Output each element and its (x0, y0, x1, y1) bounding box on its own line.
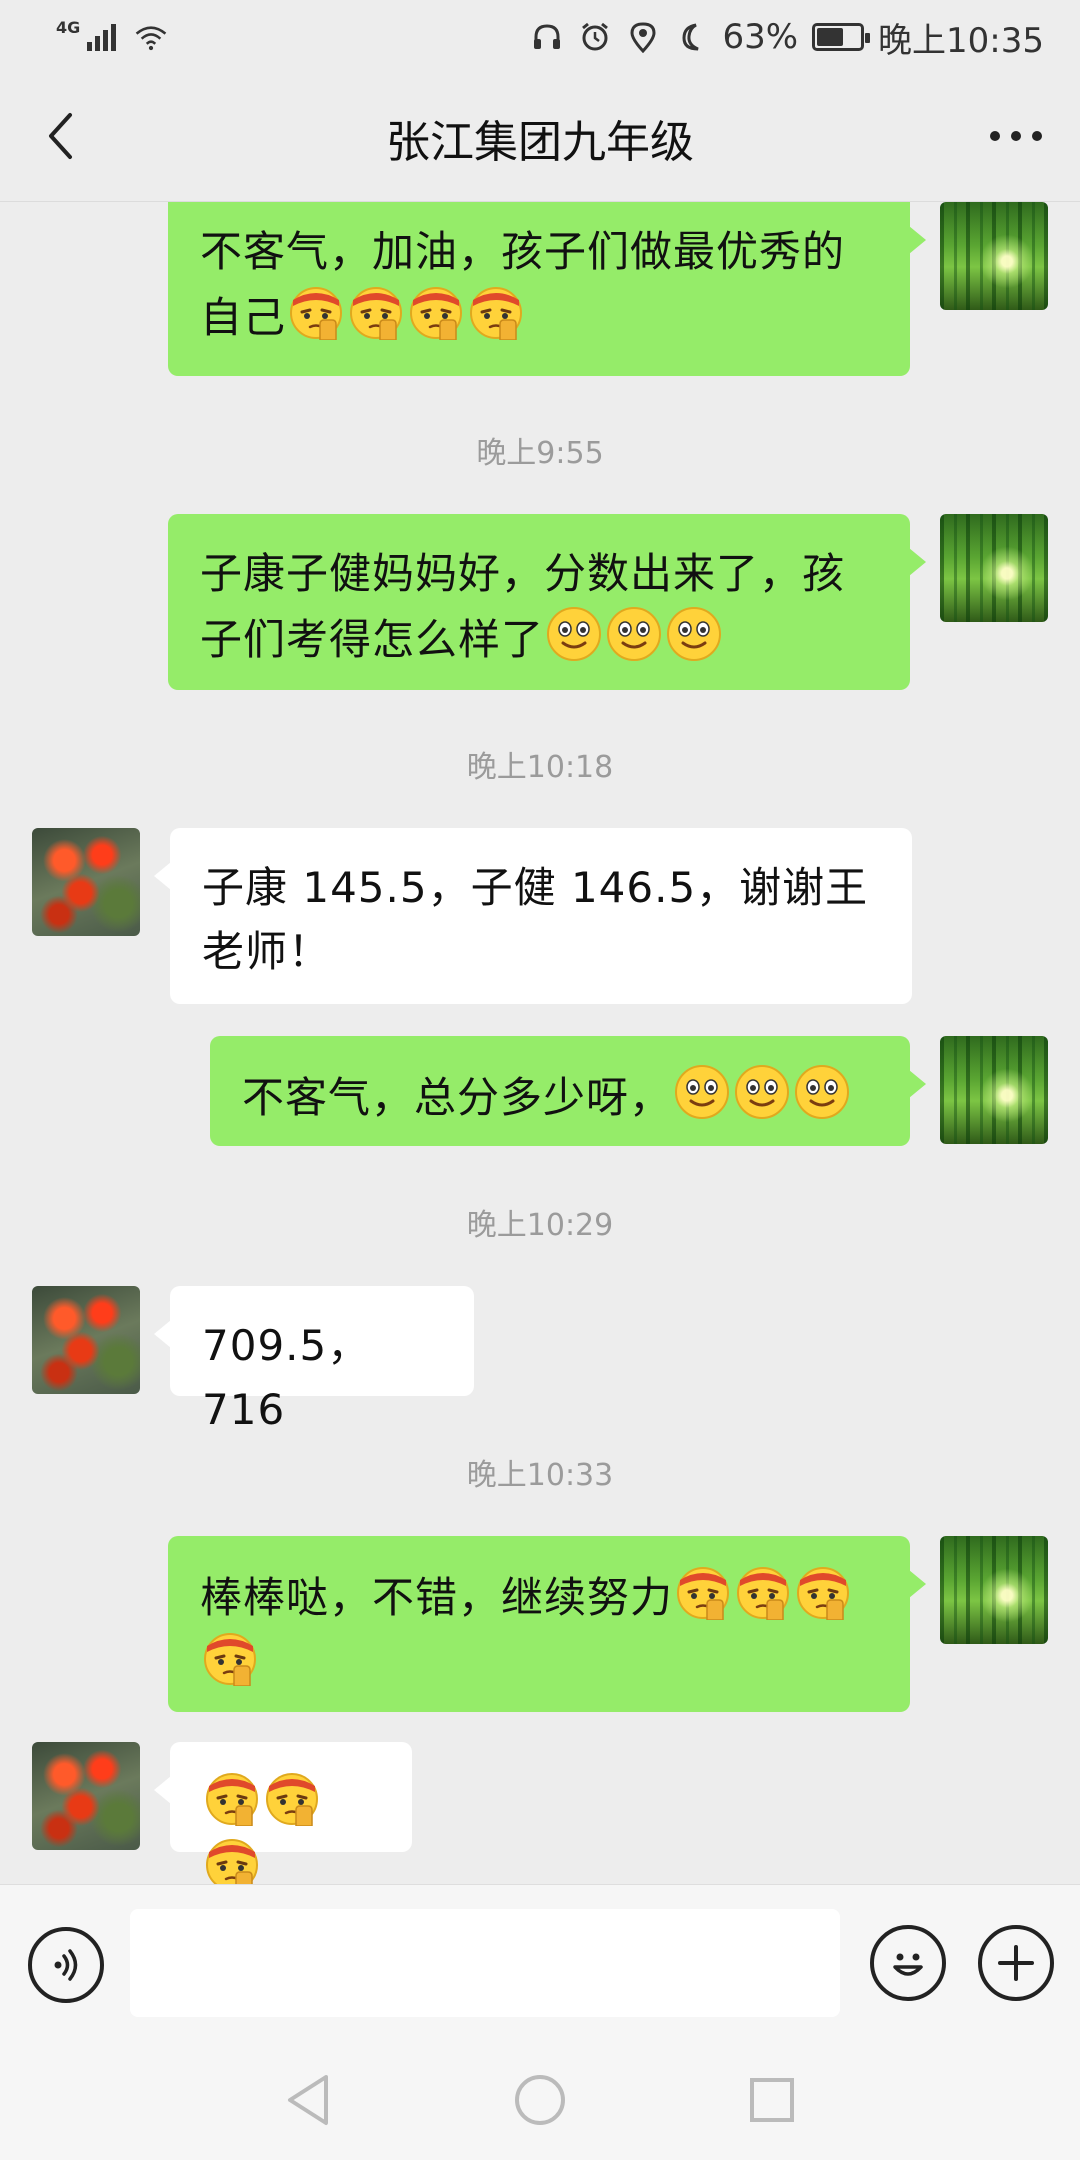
smile-face-icon (734, 1064, 790, 1120)
chat-header: 张江集团九年级 (0, 74, 1080, 202)
system-home-button[interactable] (510, 2070, 570, 2130)
avatar-self[interactable] (940, 1036, 1048, 1144)
system-back-button[interactable] (278, 2070, 338, 2130)
emoji-button[interactable] (870, 1925, 946, 2001)
voice-button[interactable] (28, 1927, 104, 2003)
message-bubble[interactable]: 不客气，加油，孩子们做最优秀的 自己 (168, 202, 926, 376)
message-bubble[interactable]: 棒棒哒，不错，继续努力 (168, 1536, 926, 1712)
message-text: 子们考得怎么样了 (200, 615, 545, 664)
message-text: 自己 (200, 293, 287, 342)
circle-home-icon (515, 2075, 565, 2125)
smile-face-icon (546, 606, 602, 662)
message-input[interactable] (130, 1909, 840, 2017)
smile-face-icon (674, 1064, 730, 1120)
battery-icon (812, 23, 871, 51)
salute-face-icon (468, 284, 524, 340)
message-text: 子康 145.5，子健 146.5，谢谢王 (202, 863, 869, 912)
salute-face-icon (204, 1836, 260, 1884)
timestamp: 晚上10:29 (466, 1208, 614, 1243)
smile-face-icon (794, 1064, 850, 1120)
message-bubble[interactable]: 709.5，716 (154, 1286, 474, 1434)
salute-face-icon (408, 284, 464, 340)
timestamp: 晚上10:33 (466, 1458, 614, 1493)
salute-face-icon (288, 284, 344, 340)
system-nav-bar (0, 2040, 1080, 2160)
plus-button[interactable] (978, 1925, 1054, 2001)
timestamp: 晚上9:55 (476, 436, 604, 471)
status-bar: 4G 63% 晚上10:35 (0, 0, 1080, 74)
battery-fill (817, 28, 844, 46)
message-bubble[interactable]: 子康子健妈妈好，分数出来了，孩 子们考得怎么样了 (168, 514, 926, 690)
salute-face-icon (204, 1770, 260, 1826)
signal-icon (86, 20, 120, 54)
moon-icon (674, 20, 708, 54)
battery-percent: 63% (722, 17, 799, 57)
headset-icon (530, 20, 564, 54)
wifi-icon (134, 20, 168, 54)
triangle-back-icon (288, 2075, 328, 2125)
avatar-contact[interactable] (32, 828, 140, 936)
message-text: 709.5，716 (202, 1321, 371, 1434)
more-dots-icon (990, 131, 1042, 141)
voice-icon (54, 1949, 78, 1981)
salute-face-icon (264, 1770, 320, 1826)
message-bubble[interactable]: 子康 145.5，子健 146.5，谢谢王 老师！ (154, 828, 912, 1004)
message-text: 老师！ (202, 927, 332, 976)
message-bubble[interactable]: 不客气，总分多少呀， (210, 1036, 926, 1146)
salute-face-icon (675, 1564, 731, 1620)
message-text: 不客气，总分多少呀， (242, 1073, 673, 1122)
smile-face-icon (666, 606, 722, 662)
message-text: 不客气，加油，孩子们做最优秀的 (200, 227, 846, 276)
avatar-self[interactable] (940, 514, 1048, 622)
emoji-icon (893, 1953, 923, 1976)
alarm-icon (578, 20, 612, 54)
message-list[interactable]: 不客气，加油，孩子们做最优秀的 自己 晚上9:55 子康子健妈妈好，分数出来了，… (0, 202, 1080, 1884)
more-button[interactable] (980, 104, 1052, 168)
plus-icon (998, 1945, 1034, 1981)
avatar-contact[interactable] (32, 1286, 140, 1394)
square-recent-icon (750, 2078, 794, 2122)
avatar-self[interactable] (940, 202, 1048, 310)
location-icon (626, 20, 660, 54)
salute-face-icon (795, 1564, 851, 1620)
message-bubble[interactable] (154, 1742, 412, 1852)
status-right: 63% 晚上10:35 (530, 13, 1044, 62)
salute-face-icon (735, 1564, 791, 1620)
message-text: 棒棒哒，不错，继续努力 (200, 1573, 674, 1622)
avatar-contact[interactable] (32, 1742, 140, 1850)
back-button[interactable] (28, 104, 92, 168)
message-text: 子康子健妈妈好，分数出来了，孩 (200, 549, 846, 598)
status-left: 4G (56, 17, 168, 54)
system-recent-button[interactable] (742, 2070, 802, 2130)
salute-face-icon (348, 284, 404, 340)
chat-title: 张江集团九年级 (386, 116, 694, 168)
avatar-self[interactable] (940, 1536, 1048, 1644)
smile-face-icon (606, 606, 662, 662)
input-bar (0, 1884, 1080, 2040)
salute-face-icon (202, 1630, 258, 1686)
status-time: 晚上10:35 (878, 20, 1044, 61)
timestamp: 晚上10:18 (466, 750, 614, 785)
chevron-left-icon (49, 113, 72, 159)
network-label: 4G (56, 17, 81, 37)
